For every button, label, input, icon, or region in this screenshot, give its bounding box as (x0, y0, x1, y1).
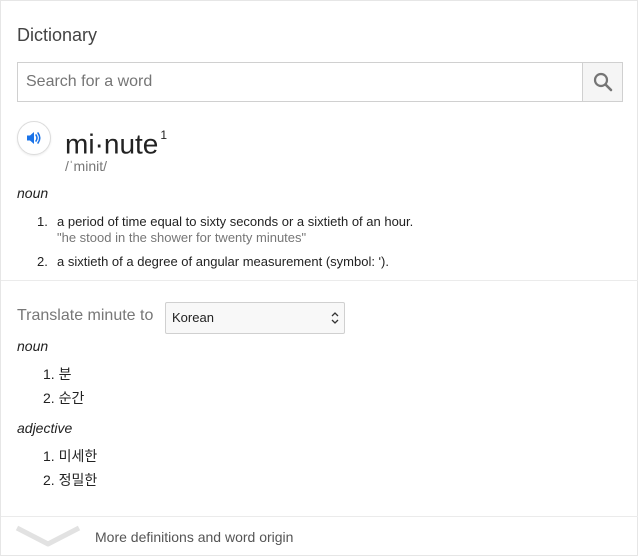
definition-number: 1. (37, 214, 48, 229)
more-definitions-link[interactable]: More definitions and word origin (95, 529, 293, 545)
search-box (17, 62, 623, 102)
part-of-speech-label: noun (17, 185, 49, 201)
search-icon (593, 72, 612, 92)
translate-label: Translate minute to (17, 307, 154, 324)
translation-pos-label: adjective (17, 420, 73, 436)
translation-item: 2. 순간 (43, 390, 85, 406)
search-button[interactable] (582, 63, 622, 101)
footer-divider (1, 516, 638, 517)
translation-pos-label: noun (17, 338, 49, 354)
definition-text: a period of time equal to sixty seconds … (57, 214, 414, 229)
select-arrows-icon (331, 312, 339, 324)
language-select[interactable]: Korean (165, 302, 345, 334)
definition-example: "he stood in the shower for twenty minut… (57, 230, 307, 245)
speaker-icon (27, 132, 41, 144)
card-title: Dictionary (17, 25, 98, 45)
headword: mi·nute 1 (65, 122, 167, 161)
search-input[interactable] (18, 63, 582, 101)
chevron-down-icon[interactable] (15, 523, 81, 549)
pronunciation-button[interactable] (17, 121, 51, 155)
translation-item: 2. 정밀한 (43, 472, 98, 488)
headword-superscript: 1 (160, 128, 168, 142)
language-select-value: Korean (172, 310, 214, 325)
dictionary-card: Dictionary mi·nute1 /ˈminit/ noun 1. a p… (0, 0, 638, 556)
phonetic-spelling: /ˈminit/ (65, 158, 107, 174)
definition-number: 2. (37, 254, 48, 269)
translation-item: 1. 분 (43, 366, 72, 382)
translation-item: 1. 미세한 (43, 448, 98, 464)
headword-text: mi·nute (65, 128, 159, 160)
section-divider (1, 280, 638, 281)
definition-text: a sixtieth of a degree of angular measur… (57, 254, 389, 269)
